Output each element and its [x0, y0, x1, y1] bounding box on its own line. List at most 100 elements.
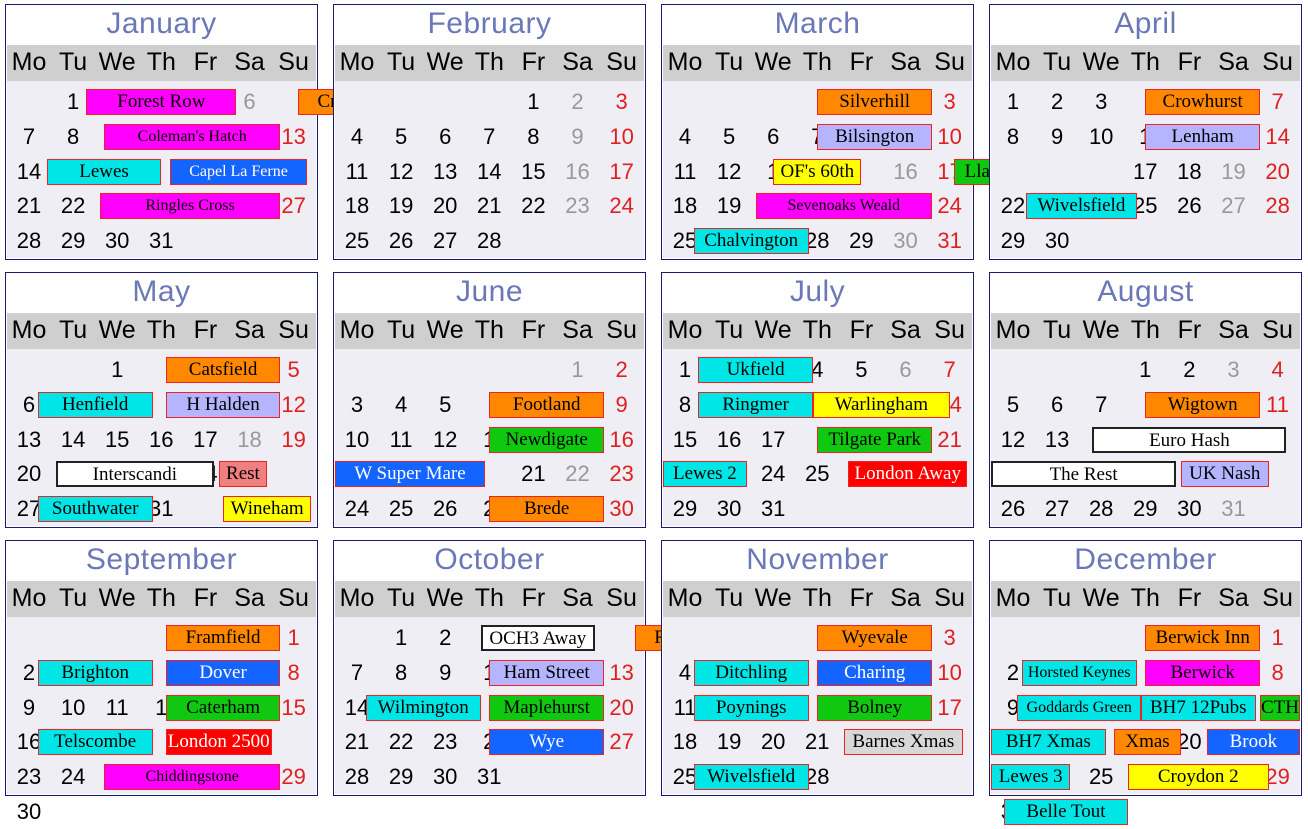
day-number[interactable]: 11 — [95, 691, 139, 725]
day-number[interactable]: 15 — [511, 155, 555, 189]
event-poynings[interactable]: Poynings — [693, 694, 809, 721]
day-number[interactable]: 11 — [379, 423, 423, 457]
event-crowhurst[interactable]: Crowhurst — [1145, 89, 1260, 115]
day-number[interactable]: 18 — [228, 423, 272, 457]
day-number[interactable]: 9 — [7, 691, 51, 725]
event-capel-la-ferne[interactable]: Capel La Ferne — [170, 158, 307, 185]
day-number[interactable]: 1 — [556, 353, 600, 387]
day-number[interactable]: 7 — [928, 353, 972, 387]
day-number[interactable]: 31 — [467, 760, 511, 794]
day-number[interactable]: 20 — [600, 691, 644, 725]
day-number[interactable]: 12 — [423, 423, 467, 457]
day-number[interactable]: 14 — [1256, 120, 1300, 154]
day-number[interactable]: 15 — [95, 423, 139, 457]
day-number[interactable]: 29 — [379, 760, 423, 794]
day-number[interactable]: 8 — [511, 120, 555, 154]
day-number[interactable]: 30 — [7, 795, 51, 829]
day-number[interactable]: 2 — [600, 353, 644, 387]
day-number[interactable]: 30 — [95, 224, 139, 258]
day-number[interactable]: 31 — [928, 224, 972, 258]
day-number[interactable]: 1 — [95, 353, 139, 387]
day-number[interactable]: 21 — [928, 423, 972, 457]
event-berwick-inn[interactable]: Berwick Inn — [1145, 625, 1260, 651]
day-number[interactable]: 30 — [1167, 492, 1211, 526]
day-number[interactable]: 21 — [335, 725, 379, 759]
event-bh7-xmas[interactable]: BH7 Xmas — [991, 729, 1106, 756]
day-number[interactable]: 8 — [51, 120, 95, 154]
day-number[interactable]: 23 — [600, 457, 644, 491]
day-number[interactable]: 30 — [600, 492, 644, 526]
event-wivelsfield[interactable]: Wivelsfield — [1026, 193, 1137, 220]
day-number[interactable]: 22 — [51, 189, 95, 223]
event-london-away[interactable]: London Away — [848, 461, 968, 488]
day-number[interactable]: 21 — [1300, 155, 1308, 189]
day-number[interactable]: 3 — [928, 85, 972, 119]
event-brighton[interactable]: Brighton — [37, 659, 153, 686]
day-number[interactable]: 25 — [335, 224, 379, 258]
event-ditchling[interactable]: Ditchling — [693, 659, 809, 686]
day-number[interactable]: 19 — [707, 725, 751, 759]
event-h-halden[interactable]: H Halden — [165, 391, 281, 418]
event-goddards-green[interactable]: Goddards Green — [1017, 694, 1141, 721]
event-warlingham[interactable]: Warlingham — [812, 391, 950, 418]
event-henfield[interactable]: Henfield — [37, 391, 153, 418]
day-number[interactable]: 3 — [600, 85, 644, 119]
day-number[interactable]: 14 — [467, 155, 511, 189]
day-number[interactable]: 9 — [556, 120, 600, 154]
day-number[interactable]: 28 — [7, 224, 51, 258]
event-caterham[interactable]: Caterham — [165, 694, 281, 721]
day-number[interactable]: 16 — [139, 423, 183, 457]
event-barnes-xmas[interactable]: Barnes Xmas — [843, 729, 963, 756]
day-number[interactable]: 30 — [423, 760, 467, 794]
event-ukfield[interactable]: Ukfield — [698, 357, 813, 383]
day-number[interactable]: 12 — [379, 155, 423, 189]
day-number[interactable]: 20 — [7, 457, 51, 491]
day-number[interactable]: 21 — [7, 189, 51, 223]
event-maplehurst[interactable]: Maplehurst — [489, 694, 604, 721]
day-number[interactable]: 31 — [751, 492, 795, 526]
day-number[interactable]: 9 — [600, 388, 644, 422]
event-of-s-60th[interactable]: OF's 60th — [773, 158, 862, 185]
day-number[interactable]: 1 — [379, 621, 423, 655]
day-number[interactable]: 20 — [423, 189, 467, 223]
day-number[interactable]: 24 — [928, 189, 972, 223]
day-number[interactable]: 11 — [1256, 388, 1300, 422]
day-number[interactable]: 10 — [1079, 120, 1123, 154]
day-number[interactable]: 18 — [335, 189, 379, 223]
day-number[interactable]: 28 — [1079, 492, 1123, 526]
day-number[interactable]: 10 — [928, 120, 972, 154]
day-number[interactable]: 17 — [183, 423, 227, 457]
event-euro-hash[interactable]: Euro Hash — [1092, 426, 1287, 453]
day-number[interactable]: 5 — [423, 388, 467, 422]
day-number[interactable]: 18 — [663, 189, 707, 223]
day-number[interactable]: 1 — [991, 85, 1035, 119]
day-number[interactable]: 20 — [1256, 155, 1300, 189]
day-number[interactable]: 26 — [1167, 189, 1211, 223]
day-number[interactable]: 2 — [1167, 353, 1211, 387]
event-bh7-12pubs[interactable]: BH7 12Pubs — [1140, 694, 1256, 721]
day-number[interactable]: 19 — [707, 189, 751, 223]
event-dover[interactable]: Dover — [165, 659, 281, 686]
day-number[interactable]: 17 — [600, 155, 644, 189]
day-number[interactable]: 6 — [423, 120, 467, 154]
day-number[interactable]: 7 — [1256, 85, 1300, 119]
day-number[interactable]: 17 — [928, 691, 972, 725]
day-number[interactable]: 18 — [663, 725, 707, 759]
event-lewes[interactable]: Lewes — [46, 158, 162, 185]
day-number[interactable]: 4 — [663, 120, 707, 154]
day-number[interactable]: 24 — [751, 457, 795, 491]
day-number[interactable]: 10 — [51, 691, 95, 725]
day-number[interactable]: 18 — [1167, 155, 1211, 189]
event-tilgate-park[interactable]: Tilgate Park — [817, 426, 932, 453]
event-wineham[interactable]: Wineham — [223, 496, 312, 523]
event-lewes-3[interactable]: Lewes 3 — [991, 764, 1071, 791]
day-number[interactable]: 19 — [272, 423, 316, 457]
day-number[interactable]: 29 — [51, 224, 95, 258]
day-number[interactable]: 23 — [7, 760, 51, 794]
event-belle-tout[interactable]: Belle Tout — [1004, 799, 1128, 825]
day-number[interactable]: 30 — [1035, 224, 1079, 258]
day-number[interactable]: 28 — [467, 224, 511, 258]
day-number[interactable]: 16 — [600, 423, 644, 457]
day-number[interactable]: 4 — [1256, 353, 1300, 387]
day-number[interactable]: 7 — [1079, 388, 1123, 422]
